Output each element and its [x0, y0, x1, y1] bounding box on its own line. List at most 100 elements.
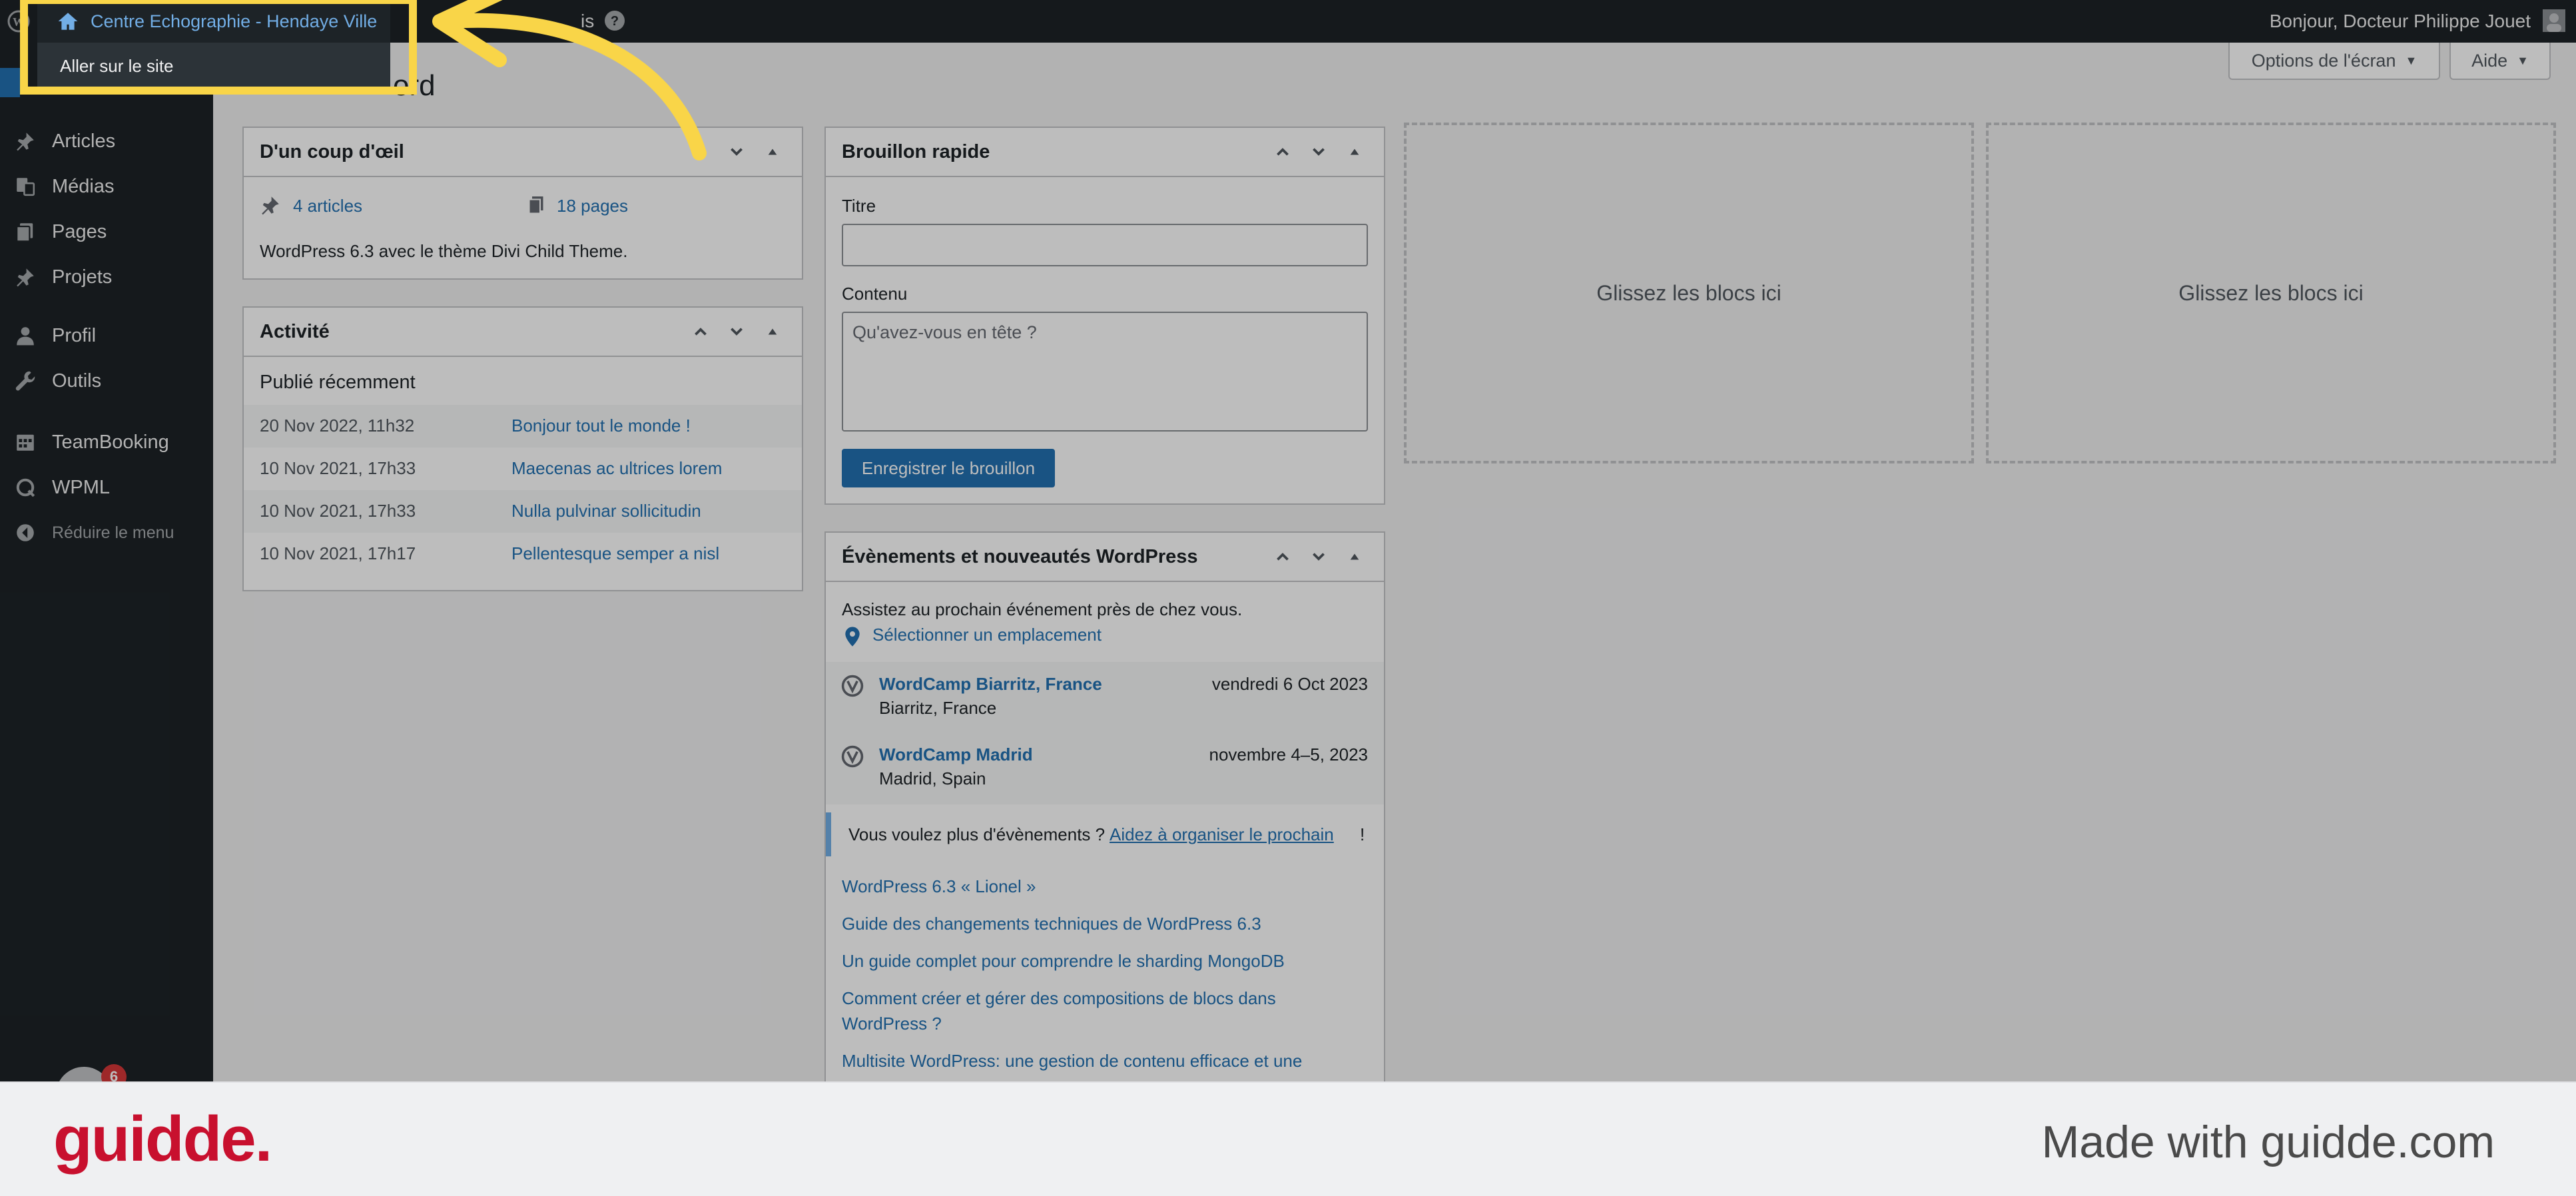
- move-up-icon[interactable]: [1269, 545, 1296, 569]
- content-label: Contenu: [842, 284, 908, 304]
- draft-content-textarea[interactable]: Qu'avez-vous en tête ?: [842, 312, 1368, 432]
- activity-date: 10 Nov 2021, 17h33: [260, 458, 416, 478]
- sidebar-item-label: WPML: [52, 476, 110, 498]
- sidebar-item-label: Profil: [52, 324, 97, 346]
- activity-date: 20 Nov 2022, 11h32: [260, 416, 415, 436]
- wrench-icon: [13, 369, 37, 393]
- greeting[interactable]: Bonjour, Docteur Philippe Jouet: [2270, 11, 2531, 32]
- collapse-icon: [13, 521, 37, 545]
- event-link[interactable]: WordCamp Madrid: [879, 745, 1033, 765]
- notification-badge: 6: [101, 1064, 127, 1081]
- event-link[interactable]: WordCamp Biarritz, France: [879, 674, 1102, 695]
- toggle-panel-icon[interactable]: [1341, 545, 1368, 569]
- toggle-panel-icon[interactable]: [759, 140, 786, 164]
- guidde-tagline: Made with guidde.com: [2041, 1117, 2495, 1167]
- news-link[interactable]: Guide des changements techniques de Word…: [842, 914, 1261, 934]
- more-events-suffix: !: [1360, 824, 1365, 844]
- event-date: novembre 4–5, 2023: [1209, 745, 1368, 764]
- table-row: 20 Nov 2022, 11h32 Bonjour tout le monde…: [244, 405, 802, 448]
- activity-date: 10 Nov 2021, 17h33: [260, 501, 416, 521]
- quick-draft-widget: Brouillon rapide Titre Contenu Qu'avez-v…: [824, 127, 1385, 505]
- toggle-panel-icon[interactable]: [759, 320, 786, 344]
- news-link-continued[interactable]: WordPress ?: [842, 1014, 942, 1034]
- pin-icon: [13, 265, 37, 289]
- sidebar-item-label: Pages: [52, 220, 107, 242]
- activity-subtitle: Publié récemment: [260, 372, 416, 393]
- news-link[interactable]: WordPress 6.3 « Lionel »: [842, 876, 1036, 897]
- activity-widget: Activité Publié récemment 20 Nov 2022, 1…: [242, 306, 803, 591]
- wpml-icon: [13, 475, 37, 499]
- sidebar-item-label: TeamBooking: [52, 431, 169, 453]
- organize-event-link[interactable]: Aidez à organiser le prochain: [1110, 824, 1334, 845]
- drop-zone-label: Glissez les blocs ici: [1596, 280, 1781, 305]
- table-row: 10 Nov 2021, 17h33 Nulla pulvinar sollic…: [244, 490, 802, 533]
- sidebar-item-pages[interactable]: Pages: [13, 217, 107, 246]
- table-row: 10 Nov 2021, 17h17 Pellentesque semper a…: [244, 533, 802, 575]
- wordcamp-icon: [840, 745, 864, 772]
- sidebar-item-label: Réduire le menu: [52, 523, 174, 542]
- sidebar-item-projets[interactable]: Projets: [13, 262, 112, 292]
- main-content: ord Options de l'écran ▼ Aide ▼ D'un coup …: [213, 43, 2576, 1081]
- drop-zone-label: Glissez les blocs ici: [2178, 280, 2364, 305]
- wordcamp-icon: [840, 674, 864, 701]
- events-intro: Assistez au prochain événement près de c…: [842, 599, 1243, 619]
- pages-icon: [13, 220, 37, 244]
- widget-header: Évènements et nouveautés WordPress: [826, 533, 1384, 582]
- media-icon: [13, 174, 37, 198]
- sidebar-item-medias[interactable]: Médias: [13, 172, 115, 201]
- activity-post-link[interactable]: Maecenas ac ultrices lorem: [511, 458, 722, 479]
- event-place: Madrid, Spain: [879, 768, 986, 788]
- toggle-panel-icon[interactable]: [1341, 140, 1368, 164]
- guidde-logo: guidde.: [53, 1103, 272, 1175]
- move-down-icon[interactable]: [723, 320, 750, 344]
- news-link[interactable]: Un guide complet pour comprendre le shar…: [842, 951, 1285, 972]
- location-pin-icon: [843, 626, 862, 651]
- caret-down-icon: ▼: [2405, 53, 2417, 67]
- widget-header: Brouillon rapide: [826, 128, 1384, 177]
- sidebar-item-outils[interactable]: Outils: [13, 366, 101, 396]
- sidebar-item-profil[interactable]: Profil: [13, 321, 96, 350]
- pages-icon: [526, 194, 546, 218]
- widget-title: Évènements et nouveautés WordPress: [842, 546, 1198, 567]
- sidebar-item-label: Articles: [52, 130, 116, 152]
- sidebar-item-wpml[interactable]: WPML: [13, 473, 110, 502]
- move-down-icon[interactable]: [1305, 545, 1332, 569]
- screen-options-button[interactable]: Options de l'écran ▼: [2228, 43, 2440, 80]
- version-text: WordPress 6.3 avec le thème Divi Child T…: [260, 241, 628, 261]
- sidebar-collapse-menu[interactable]: Réduire le menu: [13, 518, 174, 547]
- dashboard-active-marker: [0, 68, 20, 97]
- sidebar-item-articles[interactable]: Articles: [13, 127, 115, 156]
- guidde-footer: guidde. Made with guidde.com: [0, 1081, 2576, 1196]
- draft-title-input[interactable]: [842, 224, 1368, 266]
- more-events-text: Vous voulez plus d'évènements ?: [848, 824, 1106, 844]
- activity-post-link[interactable]: Pellentesque semper a nisl: [511, 543, 719, 564]
- avatar[interactable]: [2543, 9, 2565, 32]
- title-label: Titre: [842, 196, 876, 216]
- caret-down-icon: ▼: [2517, 53, 2529, 67]
- widget-title: Activité: [260, 321, 330, 342]
- pin-icon: [13, 129, 37, 153]
- save-draft-button[interactable]: Enregistrer le brouillon: [842, 449, 1055, 487]
- content-placeholder: Qu'avez-vous en tête ?: [852, 322, 1037, 342]
- move-up-icon[interactable]: [1269, 140, 1296, 164]
- admin-sidebar: Articles Médias Pages Projets Profil Out…: [0, 43, 213, 1081]
- news-link[interactable]: Comment créer et gérer des compositions …: [842, 988, 1276, 1009]
- articles-count-link[interactable]: 4 articles: [293, 196, 362, 216]
- event-place: Biarritz, France: [879, 698, 997, 718]
- guide-arrow-icon: [432, 0, 707, 160]
- table-row: 10 Nov 2021, 17h33 Maecenas ac ultrices …: [244, 448, 802, 490]
- help-button[interactable]: Aide ▼: [2449, 43, 2551, 80]
- user-icon: [13, 324, 37, 348]
- sidebar-item-label: Projets: [52, 266, 113, 288]
- activity-post-link[interactable]: Nulla pulvinar sollicitudin: [511, 501, 701, 521]
- move-down-icon[interactable]: [1305, 140, 1332, 164]
- highlight-box: [20, 0, 417, 95]
- move-up-icon[interactable]: [687, 320, 714, 344]
- sidebar-item-teambooking[interactable]: TeamBooking: [13, 428, 169, 457]
- pages-count-link[interactable]: 18 pages: [557, 196, 628, 216]
- select-location-link[interactable]: Sélectionner un emplacement: [872, 625, 1102, 645]
- news-link[interactable]: Multisite WordPress: une gestion de cont…: [842, 1051, 1302, 1071]
- event-date: vendredi 6 Oct 2023: [1211, 674, 1368, 694]
- move-down-icon[interactable]: [723, 140, 750, 164]
- activity-post-link[interactable]: Bonjour tout le monde !: [511, 416, 691, 436]
